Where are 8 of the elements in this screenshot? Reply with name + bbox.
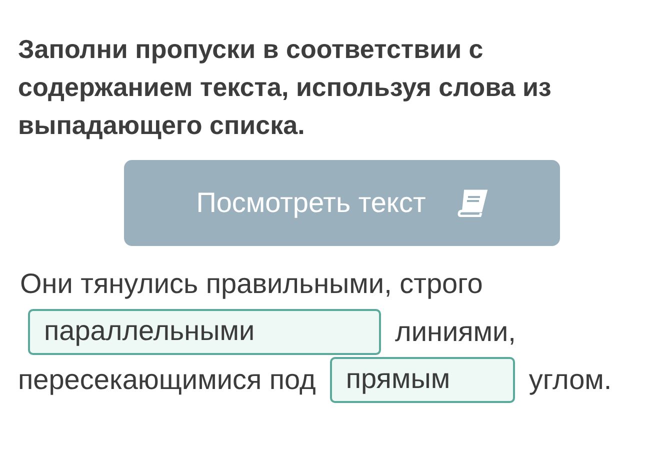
sentence-text: углом. (528, 364, 612, 396)
sentence-text: пересекающимися под (18, 364, 316, 396)
sentence-text: Они тянулись правильными, строго (20, 268, 483, 300)
answer-dropdown[interactable]: прямым (330, 357, 515, 403)
answer-dropdown[interactable]: параллельными (28, 309, 381, 355)
book-icon (456, 189, 488, 217)
sentence-text: линиями, (395, 316, 516, 348)
task-instruction: Заполни пропуски в соответствии с содержанием текста, используя слова из выпадающего списка. (18, 33, 552, 142)
